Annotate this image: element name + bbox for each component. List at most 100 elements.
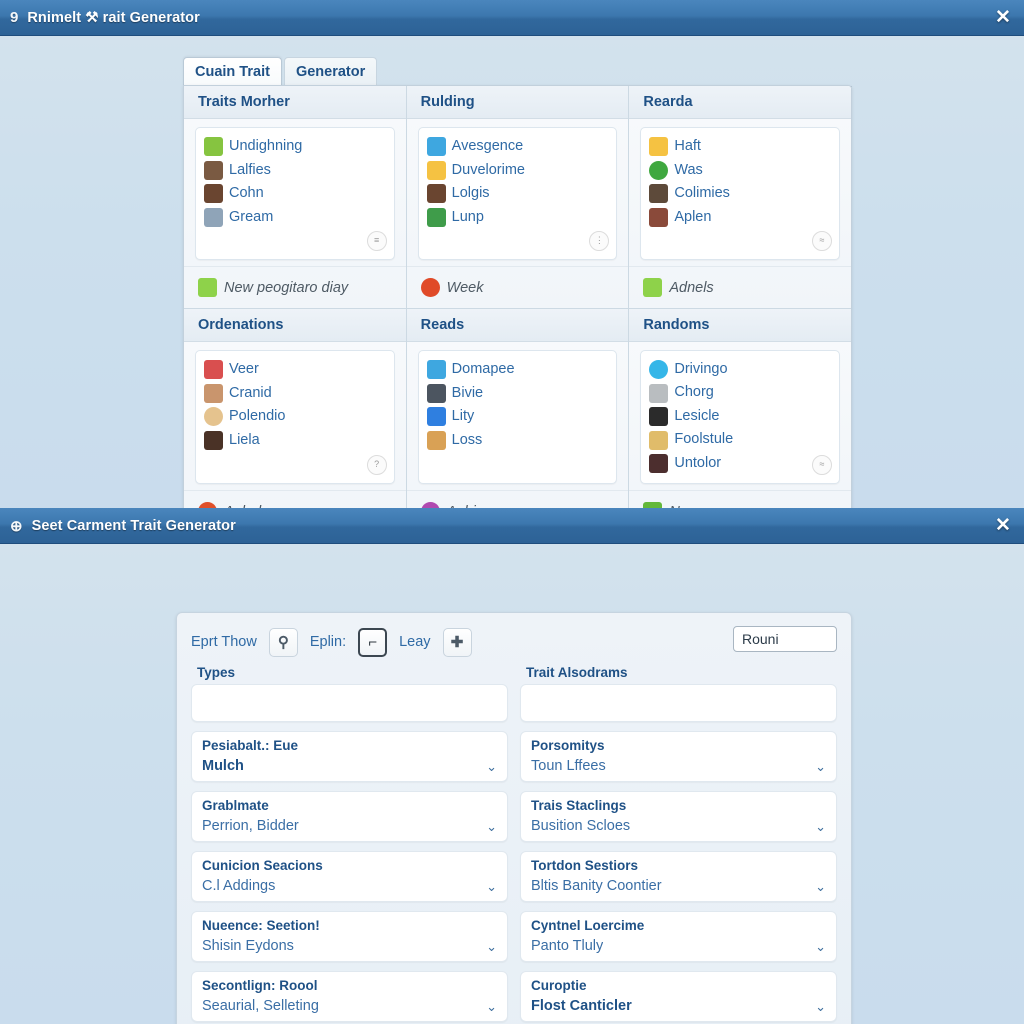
card-heading: Rearda xyxy=(629,86,851,119)
pin-icon[interactable]: ⚲ xyxy=(268,627,298,657)
list-item[interactable]: Lesicle xyxy=(649,405,831,429)
select-porsomitys[interactable]: Porsomitys Toun Lffees ⌄ xyxy=(520,731,837,782)
list-item[interactable]: Untolor xyxy=(649,452,831,476)
trait-alsodrams-field[interactable] xyxy=(520,684,837,722)
select-label: Nueence: Seetion! xyxy=(202,918,320,933)
list-item[interactable]: Loss xyxy=(426,429,609,453)
card-heading: Rulding xyxy=(406,86,629,119)
select-secontlign-roool[interactable]: Secontlign: Roool Seaurial, Selleting ⌄ xyxy=(191,971,508,1022)
card-traits-morher: Traits Morher Undighning Lalfies Cohn Gr… xyxy=(184,86,407,309)
app-glyph-icon: 9 xyxy=(10,9,19,26)
window-title-top: Rnimelt ⚒ rait Generator xyxy=(27,9,200,26)
card-ordenations: Ordenations Veer Cranid Polendio Liela ? xyxy=(184,309,407,508)
list-item-label: Veer xyxy=(229,361,259,377)
list-item[interactable]: Domapee xyxy=(426,358,609,382)
person-face-icon xyxy=(204,184,223,204)
card-footer[interactable]: New peogitaro diay xyxy=(184,266,406,308)
list-item[interactable]: Veer xyxy=(204,358,386,382)
list-item[interactable]: Avesgence xyxy=(426,135,609,159)
list-item[interactable]: Duvelorime xyxy=(426,159,609,183)
list-item-label: Avesgence xyxy=(451,138,524,154)
card-footer[interactable]: Week xyxy=(406,266,629,308)
select-pesiabalt-eue[interactable]: Pesiabalt.: Eue Mulch ⌄ xyxy=(191,731,508,782)
plus-icon[interactable]: ✚ xyxy=(442,627,472,657)
card-footer[interactable]: Aphels xyxy=(184,490,406,508)
tab-generator[interactable]: Generator xyxy=(283,57,378,86)
window-body-bottom: Eprt Thow ⚲ Eplin: ⌐ Leay ✚ Types Pesiab… xyxy=(0,544,1024,1024)
card-list: Domapee Bivie Lity Loss xyxy=(417,350,618,484)
list-item-label: Lalfies xyxy=(229,161,271,178)
list-item[interactable]: Lunp xyxy=(426,206,609,230)
select-label: Grablmate xyxy=(202,798,269,813)
select-label: Cyntnel Loercime xyxy=(531,918,645,933)
list-item[interactable]: Haft xyxy=(649,135,831,159)
select-value: Perrion, Bidder xyxy=(202,818,299,834)
list-item[interactable]: Drivingo xyxy=(649,358,831,382)
green-book-icon xyxy=(426,207,446,227)
close-icon[interactable]: ✕ xyxy=(992,7,1014,29)
card-footer-label: Week xyxy=(446,279,484,296)
card-footer[interactable]: Aahio xyxy=(406,490,629,508)
card-list: Undighning Lalfies Cohn Gream ≡ xyxy=(195,127,395,260)
list-item[interactable]: Chorg xyxy=(649,381,831,405)
list-item-label: Chorg xyxy=(674,384,714,401)
select-cyntnel-loercime[interactable]: Cyntnel Loercime Panto Tluly ⌄ xyxy=(520,911,837,962)
select-label: Tortdon Sestiors xyxy=(531,858,639,873)
trait-card-grid: Traits Morher Undighning Lalfies Cohn Gr… xyxy=(183,85,852,508)
title-bar-top: 9 Rnimelt ⚒ rait Generator ✕ xyxy=(0,0,1024,36)
card-list: Avesgence Duvelorime Lolgis Lunp ⋮ xyxy=(417,127,618,260)
list-item-label: Loss xyxy=(451,431,483,448)
corner-shape-icon[interactable]: ⌐ xyxy=(358,627,388,657)
list-item[interactable]: Bivie xyxy=(426,382,609,406)
list-item[interactable]: Undighning xyxy=(204,135,386,159)
list-item[interactable]: Foolstule xyxy=(649,428,831,452)
select-grablmate[interactable]: Grablmate Perrion, Bidder ⌄ xyxy=(191,791,508,842)
cookie-icon xyxy=(204,407,223,427)
list-item[interactable]: Cranid xyxy=(204,382,386,406)
list-item-label: Gream xyxy=(229,208,274,225)
chevron-down-icon: ⌄ xyxy=(486,758,497,774)
yellow-sparkle-icon xyxy=(649,137,669,157)
select-curoptie[interactable]: Curoptie Flost Canticler ⌄ xyxy=(520,971,837,1022)
select-value: Flost Canticler xyxy=(531,998,632,1014)
select-tortdon-sestiors[interactable]: Tortdon Sestiors Bltis Banity Coontier ⌄ xyxy=(520,851,837,902)
list-item[interactable]: Lity xyxy=(426,405,609,429)
select-value: Busition Scloes xyxy=(531,818,631,834)
card-footer-label: Adnels xyxy=(669,279,714,296)
card-options-badge[interactable]: ≡ xyxy=(366,231,387,251)
card-options-badge[interactable]: ? xyxy=(366,455,387,475)
select-trais-staclings[interactable]: Trais Staclings Busition Scloes ⌄ xyxy=(520,791,837,842)
select-cunicion-seacions[interactable]: Cunicion Seacions C.l Addings ⌄ xyxy=(191,851,508,902)
card-randoms: Randoms Drivingo Chorg Lesicle Foolstule… xyxy=(629,309,851,508)
window-title-bottom: Seet Carment Trait Generator xyxy=(31,517,236,534)
tab-strip: Cuain Trait Generator xyxy=(183,57,852,87)
select-label: Pesiabalt.: Eue xyxy=(202,738,299,753)
round-input[interactable] xyxy=(733,626,837,652)
close-icon[interactable]: ✕ xyxy=(992,515,1014,537)
card-heading: Traits Morher xyxy=(184,86,406,119)
form-columns: Types Pesiabalt.: Eue Mulch ⌄ Grablmate … xyxy=(191,665,837,1024)
chevron-down-icon: ⌄ xyxy=(486,878,497,894)
select-label: Cunicion Seacions xyxy=(202,858,323,873)
list-item[interactable]: Liela xyxy=(204,429,386,453)
list-item[interactable]: Aplen xyxy=(649,206,831,230)
select-nueence-seetion[interactable]: Nueence: Seetion! Shisin Eydons ⌄ xyxy=(191,911,508,962)
list-item[interactable]: Lolgis xyxy=(426,182,609,206)
card-options-badge[interactable]: ≈ xyxy=(812,231,833,251)
select-value: C.l Addings xyxy=(202,878,276,894)
card-footer[interactable]: Adnels xyxy=(629,266,851,308)
card-footer[interactable]: Noner xyxy=(629,490,851,508)
list-item[interactable]: Cohn xyxy=(204,182,386,206)
list-item-label: Foolstule xyxy=(674,431,734,448)
list-item[interactable]: Lalfies xyxy=(204,159,386,183)
green-clover-icon xyxy=(204,137,223,157)
list-item[interactable]: Gream xyxy=(204,206,386,230)
card-options-badge[interactable]: ⋮ xyxy=(589,231,610,251)
list-item[interactable]: Polendio xyxy=(204,405,386,429)
list-item[interactable]: Colimies xyxy=(649,182,831,206)
tab-cuain-trait[interactable]: Cuain Trait xyxy=(183,57,282,86)
black-lantern-icon xyxy=(649,407,669,426)
list-item[interactable]: Was xyxy=(649,159,831,183)
card-list: Drivingo Chorg Lesicle Foolstule Untolor… xyxy=(640,349,841,485)
types-field[interactable] xyxy=(191,684,508,722)
